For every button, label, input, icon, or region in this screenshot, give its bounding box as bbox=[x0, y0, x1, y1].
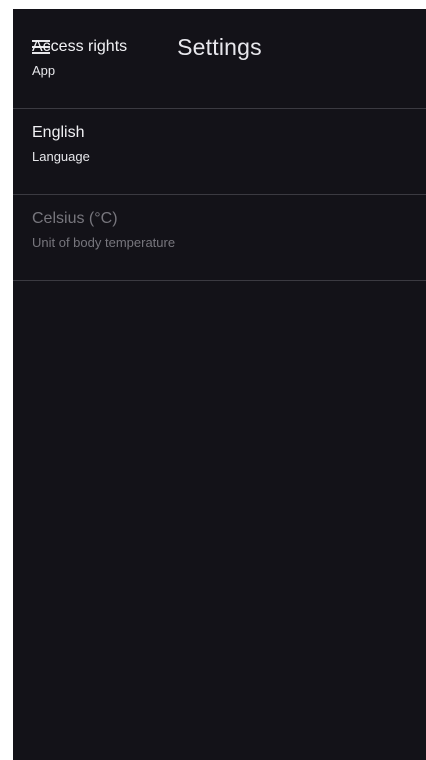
settings-item-access-rights[interactable]: Access rights App bbox=[13, 23, 426, 109]
settings-item-subtitle: App bbox=[32, 63, 56, 78]
settings-item-title: Celsius (°C) bbox=[32, 210, 118, 227]
settings-list: Access rights App English Language Celsi… bbox=[13, 23, 426, 281]
settings-item-title: Access rights bbox=[32, 38, 128, 55]
settings-item-temperature-unit: Celsius (°C) Unit of body temperature bbox=[13, 195, 426, 281]
settings-item-title: English bbox=[32, 124, 85, 141]
settings-item-language[interactable]: English Language bbox=[13, 109, 426, 195]
settings-screen: Settings Access rights App English Langu… bbox=[13, 9, 426, 760]
settings-item-subtitle: Language bbox=[32, 149, 90, 164]
settings-item-subtitle: Unit of body temperature bbox=[32, 235, 176, 250]
